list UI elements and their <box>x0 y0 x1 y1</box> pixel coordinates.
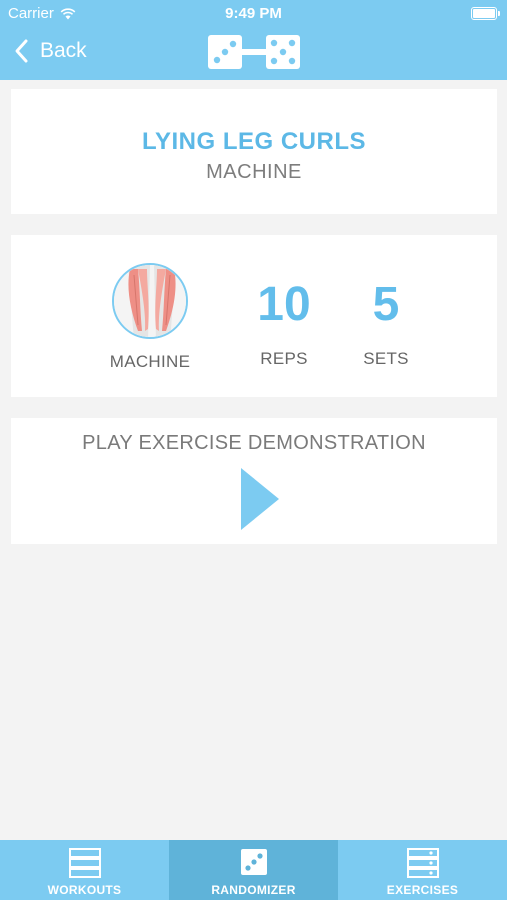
equipment-label: MACHINE <box>109 352 191 371</box>
status-bar: Carrier 9:49 PM <box>0 0 507 28</box>
exercise-stats-card: MACHINE 10 REPS 5 SETS <box>11 235 497 397</box>
back-button[interactable]: Back <box>12 38 87 64</box>
reps-label: REPS <box>260 349 308 368</box>
list-icon <box>68 848 101 878</box>
chevron-left-icon <box>15 39 28 63</box>
battery-icon <box>471 7 500 20</box>
play-icon[interactable] <box>240 468 280 530</box>
tab-randomizer-label: RANDOMIZER <box>211 883 296 897</box>
exercise-title-card: LYING LEG CURLS MACHINE <box>11 89 497 214</box>
back-label: Back <box>40 39 87 62</box>
dice-dumbbell-icon <box>208 35 300 69</box>
tab-exercises[interactable]: EXERCISES <box>338 840 507 900</box>
clock: 9:49 PM <box>225 5 282 22</box>
header-bar: Carrier 9:49 PM Back <box>0 0 507 80</box>
exercise-equipment: MACHINE <box>206 161 302 183</box>
exercise-name: LYING LEG CURLS <box>142 128 366 155</box>
hamstrings-muscle-icon <box>112 263 188 339</box>
nav-bar: Back <box>0 28 507 80</box>
tab-exercises-label: EXERCISES <box>386 883 459 897</box>
demo-card[interactable]: PLAY EXERCISE DEMONSTRATION <box>11 418 497 544</box>
tab-bar: WORKOUTS RANDOMIZER EXERCISES <box>0 840 507 900</box>
dice-icon <box>240 849 267 875</box>
tab-workouts-label: WORKOUTS <box>47 883 122 897</box>
reps-value: 10 <box>257 278 311 331</box>
tab-workouts[interactable]: WORKOUTS <box>0 840 169 900</box>
exercises-list-icon <box>406 848 439 878</box>
sets-value: 5 <box>372 278 400 331</box>
sets-label: SETS <box>363 349 409 368</box>
tab-randomizer[interactable]: RANDOMIZER <box>169 840 338 900</box>
demo-label: PLAY EXERCISE DEMONSTRATION <box>82 432 426 454</box>
